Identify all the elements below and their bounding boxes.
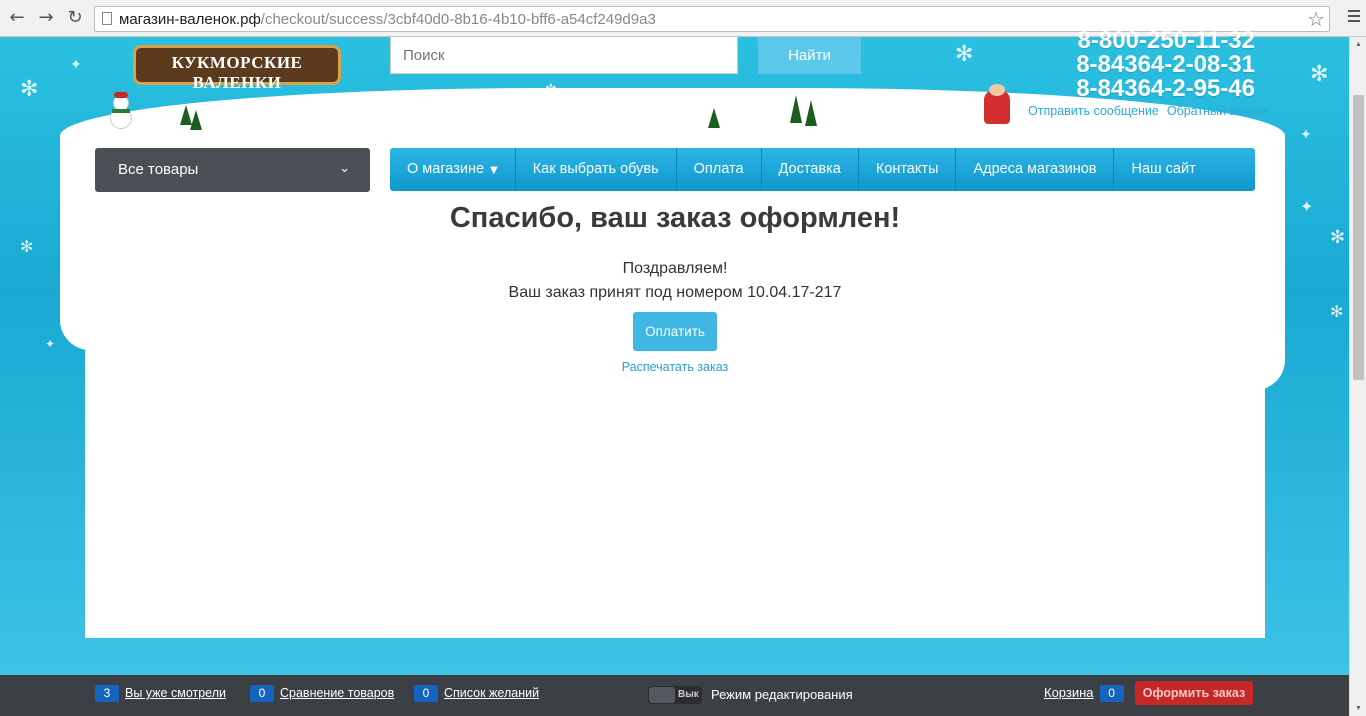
chevron-down-icon: ▼ (490, 165, 498, 176)
congrats-text: Поздравляем! (622, 260, 728, 277)
scrollbar-thumb[interactable] (1353, 95, 1364, 380)
back-icon[interactable]: ← (7, 8, 27, 28)
phone-number[interactable]: 8-800-250-11-32 (1040, 29, 1255, 53)
phone-list: 8-800-250-11-32 8-84364-2-08-31 8-84364-… (1040, 29, 1255, 101)
snowflake-icon: ✻ (1330, 302, 1344, 321)
edit-mode-toggle[interactable]: Вык (648, 686, 702, 704)
compare-label: Сравнение товаров (280, 686, 395, 700)
browser-menu-icon[interactable] (1348, 10, 1360, 25)
url-path: /checkout/success/3cbf40d0-8b16-4b10-bff… (260, 11, 656, 28)
scroll-down-icon[interactable]: ▼ (1355, 705, 1362, 712)
forward-icon[interactable]: → (36, 8, 56, 28)
tree-icon (708, 108, 720, 128)
menu-item-label: Адреса магазинов (973, 161, 1097, 177)
send-message-link[interactable]: Отправить сообщение (1028, 104, 1159, 118)
snowflake-icon: ✻ (20, 77, 39, 102)
print-order-link-text[interactable]: Распечатать заказ (622, 360, 729, 374)
snowflake-icon: ✻ (1310, 62, 1329, 87)
cart-count-badge: 0 (1099, 685, 1124, 702)
menu-item-label: Контакты (875, 161, 939, 177)
snowflake-icon: ✦ (1300, 197, 1314, 216)
menu-item-delivery[interactable]: Доставка (762, 148, 859, 191)
wishlist-count-badge: 0 (414, 685, 438, 702)
bookmark-star-icon[interactable]: ☆ (1307, 7, 1325, 31)
toggle-state: Вык (678, 689, 699, 700)
chevron-down-icon: ⌄ (339, 161, 350, 176)
cart-link[interactable]: Корзина 0 (1044, 685, 1124, 702)
category-dropdown[interactable]: Все товары ⌄ (95, 148, 370, 192)
viewed-label: Вы уже смотрели (125, 686, 226, 700)
snowflake-icon: ✦ (1300, 127, 1312, 143)
snowflake-icon: ✦ (45, 337, 56, 351)
category-label: Все товары (118, 161, 199, 178)
menu-item-contacts[interactable]: Контакты (859, 148, 957, 191)
page-icon (102, 12, 112, 25)
print-order-link: Распечатать заказ (85, 360, 1265, 374)
page-title: Спасибо, ваш заказ оформлен! (449, 202, 901, 234)
wishlist[interactable]: 0 Список желаний (414, 685, 539, 702)
menu-item-store-addresses[interactable]: Адреса магазинов (956, 148, 1115, 191)
order-number-text: Ваш заказ принят под номером 10.04.17-21… (508, 284, 842, 301)
menu-item-label: Доставка (778, 161, 841, 177)
toggle-knob (649, 687, 675, 703)
menu-item-choose-shoes[interactable]: Как выбрать обувь (516, 148, 677, 191)
phone-number[interactable]: 8-84364-2-08-31 (1040, 53, 1255, 77)
snowflake-icon: ✻ (20, 237, 34, 256)
page-scrollbar[interactable]: ▲ ▼ (1349, 37, 1366, 716)
callback-link[interactable]: Обратный звонок (1167, 104, 1268, 118)
snowflake-icon: ✦ (70, 57, 82, 73)
menu-item-label: О магазине (407, 161, 485, 177)
menu-item-about[interactable]: О магазине ▼ (390, 148, 516, 191)
compare-count-badge: 0 (250, 685, 274, 702)
checkout-button[interactable]: Оформить заказ (1135, 681, 1253, 705)
menu-item-label: Как выбрать обувь (532, 161, 659, 177)
logo-text: КУКМОРСКИЕ ВАЛЕНКИ (171, 53, 303, 92)
snowman-icon (102, 92, 140, 139)
santa-icon (940, 84, 1030, 134)
menu-item-our-site[interactable]: Наш сайт (1114, 148, 1212, 191)
contact-links: Отправить сообщение Обратный звонок (1020, 104, 1268, 118)
phone-number[interactable]: 8-84364-2-95-46 (1040, 77, 1255, 101)
scroll-up-icon[interactable]: ▲ (1355, 41, 1362, 48)
tree-icon (805, 100, 817, 126)
site-logo[interactable]: КУКМОРСКИЕ ВАЛЕНКИ (133, 37, 343, 92)
viewed-products[interactable]: 3 Вы уже смотрели (95, 685, 226, 702)
menu-item-payment[interactable]: Оплата (677, 148, 762, 191)
compare-products[interactable]: 0 Сравнение товаров (250, 685, 394, 702)
snowflake-icon: ✻ (1330, 227, 1346, 248)
address-url: магазин-валенок.рф/checkout/success/3cbf… (119, 11, 656, 28)
url-host: магазин-валенок.рф (119, 11, 261, 28)
tree-icon (790, 95, 802, 123)
wishlist-label: Список желаний (444, 686, 540, 700)
cart-label: Корзина (1044, 685, 1094, 700)
reload-icon[interactable]: ↻ (65, 8, 85, 28)
tree-icon (190, 110, 202, 130)
menu-item-label: Наш сайт (1131, 161, 1196, 177)
menu-item-label: Оплата (693, 161, 744, 177)
viewed-count-badge: 3 (95, 685, 119, 702)
pay-button[interactable]: Оплатить (633, 312, 717, 351)
main-menu: О магазине ▼ Как выбрать обувь Оплата Дос… (390, 148, 1255, 191)
snowflake-icon: ✻ (955, 42, 974, 67)
search-button[interactable]: Найти (758, 37, 861, 74)
search-input[interactable] (390, 37, 738, 74)
edit-mode-label: Режим редактирования (711, 687, 853, 702)
